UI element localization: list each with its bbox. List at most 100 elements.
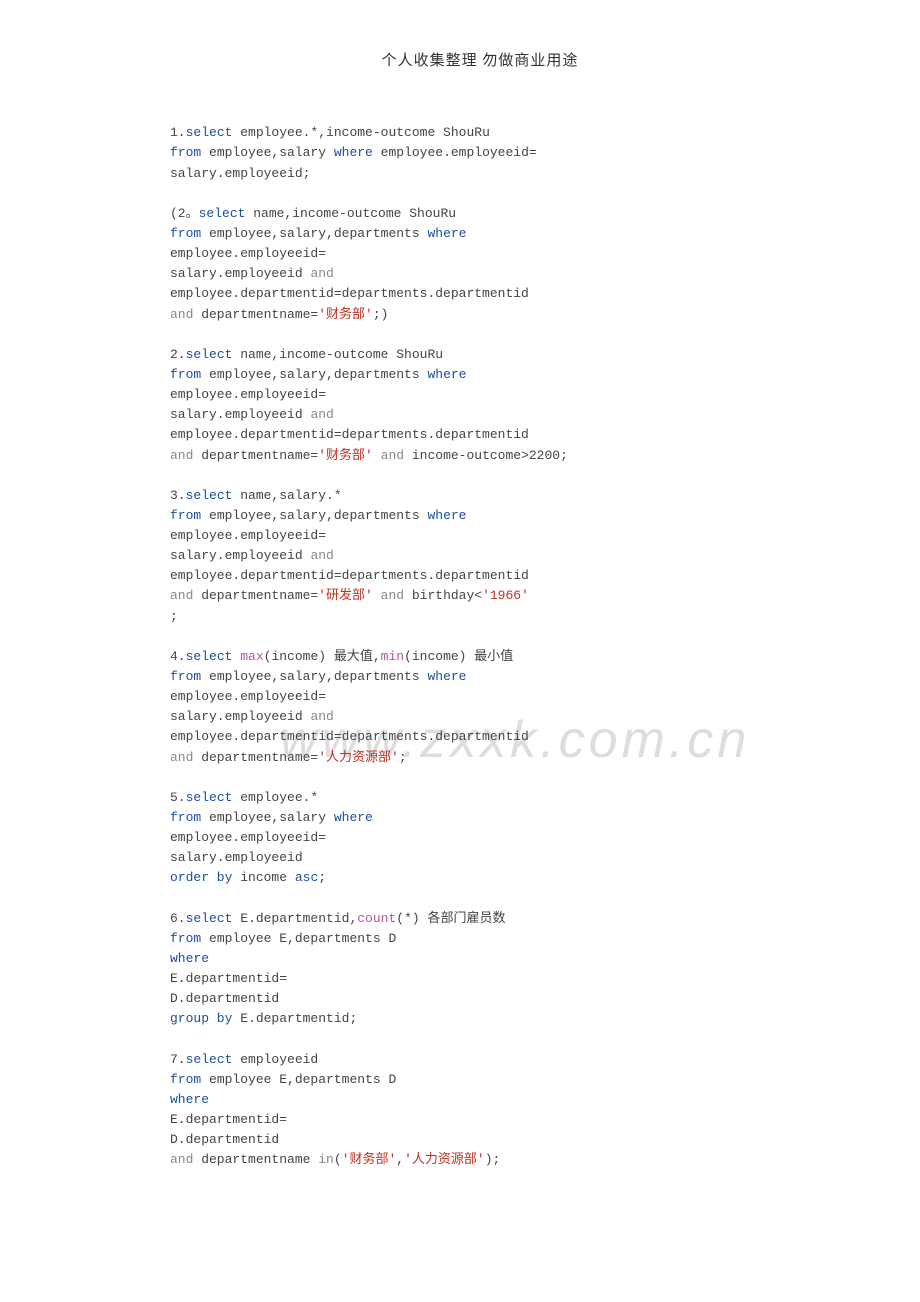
text: salary.employeeid;	[170, 166, 310, 181]
text: 1.	[170, 125, 186, 140]
text: );	[485, 1152, 501, 1167]
text: salary.employeeid	[170, 407, 310, 422]
keyword-select: select	[186, 649, 233, 664]
text: salary.employeeid	[170, 548, 310, 563]
text: employee.departmentid=departments.depart…	[170, 427, 529, 442]
text: employee,salary,departments	[201, 367, 427, 382]
string-literal: '人力资源部'	[404, 1152, 485, 1167]
text: employee E,departments D	[201, 1072, 396, 1087]
text: (*) 各部门雇员数	[396, 911, 505, 926]
text: name,income-outcome ShouRu	[232, 347, 443, 362]
keyword-and: and	[170, 1152, 193, 1167]
keyword-from: from	[170, 810, 201, 825]
keyword-select: select	[186, 911, 233, 926]
keyword-from: from	[170, 931, 201, 946]
string-literal: '财务部'	[318, 307, 373, 322]
text: salary.employeeid	[170, 709, 310, 724]
text: employee.departmentid=departments.depart…	[170, 729, 529, 744]
keyword-select: select	[199, 206, 246, 221]
text: income-outcome>2200;	[404, 448, 568, 463]
text: employee.employeeid=	[170, 246, 326, 261]
keyword-from: from	[170, 1072, 201, 1087]
text	[373, 448, 381, 463]
text: (	[334, 1152, 342, 1167]
text: 3.	[170, 488, 186, 503]
string-literal: '财务部'	[342, 1152, 397, 1167]
text: E.departmentid=	[170, 971, 287, 986]
text: D.departmentid	[170, 991, 279, 1006]
text: birthday<	[404, 588, 482, 603]
func-count: count	[357, 911, 396, 926]
func-min: min	[381, 649, 404, 664]
document-page: 个人收集整理 勿做商业用途 1. select employee.*,income…	[0, 0, 920, 1231]
keyword-where: where	[334, 145, 373, 160]
keyword-select: select	[186, 1052, 233, 1067]
keyword-where: where	[170, 951, 209, 966]
text: departmentname=	[193, 448, 318, 463]
text: departmentname=	[193, 307, 318, 322]
text	[373, 588, 381, 603]
text: employee.employeeid=	[373, 145, 537, 160]
keyword-where: where	[427, 508, 466, 523]
keyword-and: and	[310, 709, 333, 724]
text: employee.employeeid=	[170, 528, 326, 543]
keyword-orderby: order by	[170, 870, 232, 885]
text: employee.*	[232, 790, 318, 805]
keyword-where: where	[170, 1092, 209, 1107]
text: departmentname=	[193, 588, 318, 603]
text: employee E,departments D	[201, 931, 396, 946]
text: employeeid	[232, 1052, 318, 1067]
text: ;)	[373, 307, 389, 322]
text: 7.	[170, 1052, 186, 1067]
text: departmentname=	[193, 750, 318, 765]
string-literal: '财务部'	[318, 448, 373, 463]
text: (2。	[170, 206, 199, 221]
text: D.departmentid	[170, 1132, 279, 1147]
keyword-and: and	[170, 307, 193, 322]
keyword-and: and	[170, 448, 193, 463]
keyword-in: in	[318, 1152, 334, 1167]
text: 4.	[170, 649, 186, 664]
page-header: 个人收集整理 勿做商业用途	[170, 50, 790, 73]
keyword-from: from	[170, 145, 201, 160]
text: ;	[318, 870, 326, 885]
string-literal: '人力资源部'	[318, 750, 399, 765]
keyword-from: from	[170, 508, 201, 523]
keyword-and: and	[310, 266, 333, 281]
text: employee,salary	[201, 810, 334, 825]
text: employee.employeeid=	[170, 689, 326, 704]
text: salary.employeeid	[170, 266, 310, 281]
text: employee,salary	[201, 145, 334, 160]
text: 6.	[170, 911, 186, 926]
keyword-and: and	[170, 588, 193, 603]
text: employee.employeeid=	[170, 830, 326, 845]
keyword-select: select	[186, 488, 233, 503]
keyword-where: where	[334, 810, 373, 825]
text: employee.departmentid=departments.depart…	[170, 568, 529, 583]
keyword-and: and	[310, 548, 333, 563]
keyword-and: and	[381, 588, 404, 603]
text: employee.employeeid=	[170, 387, 326, 402]
text: salary.employeeid	[170, 850, 303, 865]
text: employee,salary,departments	[201, 669, 427, 684]
text: name,salary.*	[232, 488, 341, 503]
text: E.departmentid,	[232, 911, 357, 926]
text: departmentname	[193, 1152, 318, 1167]
keyword-asc: asc	[295, 870, 318, 885]
text: employee.departmentid=departments.depart…	[170, 286, 529, 301]
keyword-select: select	[186, 347, 233, 362]
text: 2.	[170, 347, 186, 362]
string-literal: '1966'	[482, 588, 529, 603]
text: income	[232, 870, 294, 885]
keyword-where: where	[427, 226, 466, 241]
keyword-where: where	[427, 669, 466, 684]
text: ;	[170, 609, 178, 624]
text: (income) 最大值,	[264, 649, 381, 664]
text: E.departmentid;	[232, 1011, 357, 1026]
keyword-where: where	[427, 367, 466, 382]
keyword-groupby: group by	[170, 1011, 232, 1026]
text: employee.*,income-outcome ShouRu	[232, 125, 489, 140]
keyword-from: from	[170, 226, 201, 241]
text: employee,salary,departments	[201, 508, 427, 523]
text: 5.	[170, 790, 186, 805]
